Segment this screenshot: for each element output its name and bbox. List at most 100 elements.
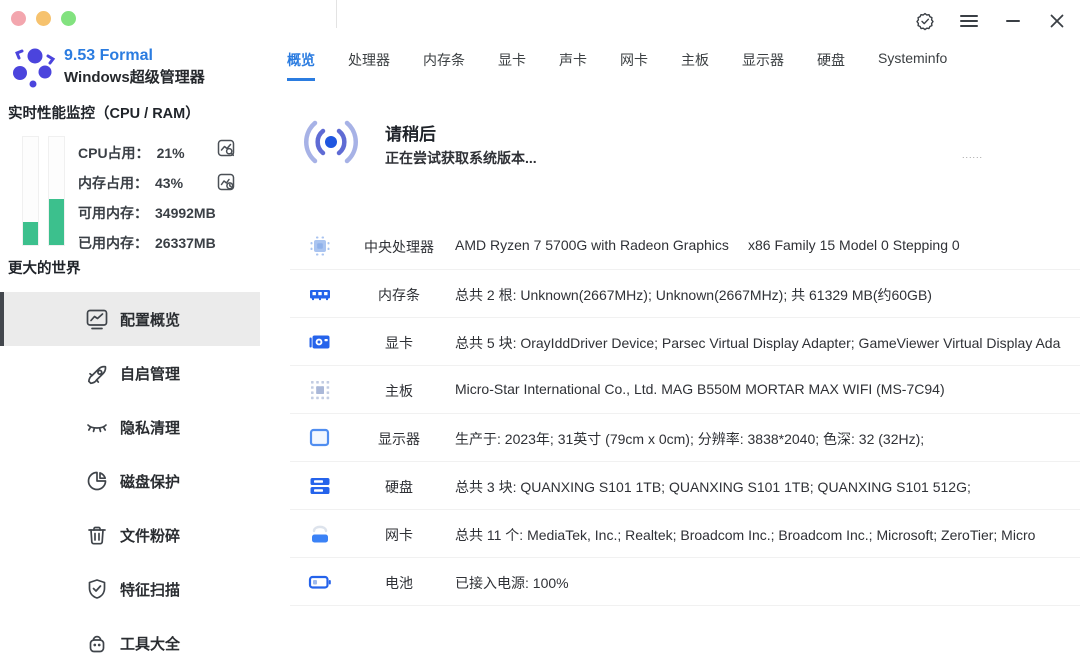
tab-systeminfo[interactable]: Systeminfo xyxy=(878,50,947,74)
table-row-gpu: 显卡 总共 5 块: OrayIddDriver Device; Parsec … xyxy=(290,318,1080,366)
network-card-icon xyxy=(308,522,332,546)
battery-icon xyxy=(308,570,332,594)
sidebar-item-disk-protect[interactable]: 磁盘保护 xyxy=(0,454,260,508)
window-controls xyxy=(914,10,1068,32)
sidebar-item-label: 隐私清理 xyxy=(120,420,181,437)
sidebar-item-file-shredder[interactable]: 文件粉碎 xyxy=(0,508,260,562)
tab-motherboard[interactable]: 主板 xyxy=(681,50,709,78)
ram-usage-bar-fill xyxy=(49,198,64,245)
sidebar-item-label: 特征扫描 xyxy=(120,582,181,599)
traffic-light-red[interactable] xyxy=(11,11,26,26)
row-value: 总共 5 块: OrayIddDriver Device; Parsec Vir… xyxy=(455,335,1061,351)
tab-soundcard[interactable]: 声卡 xyxy=(559,50,587,78)
app-logo xyxy=(10,44,58,92)
sidebar-item-label: 配置概览 xyxy=(120,312,181,329)
sidebar-item-config-overview[interactable]: 配置概览 xyxy=(0,292,260,346)
tab-gpu[interactable]: 显卡 xyxy=(498,50,526,78)
row-label: 网卡 xyxy=(385,527,413,543)
sidebar-item-label: 工具大全 xyxy=(120,636,181,653)
sidebar-item-privacy-clean[interactable]: 隐私清理 xyxy=(0,400,260,454)
hard-disk-icon xyxy=(308,474,332,498)
free-ram-label: 可用内存： xyxy=(78,205,148,221)
row-label: 硬盘 xyxy=(385,479,413,495)
loading-subtitle: 正在尝试获取系统版本... xyxy=(385,150,537,166)
row-value: 总共 3 块: QUANXING S101 1TB; QUANXING S101… xyxy=(455,479,971,495)
tab-display[interactable]: 显示器 xyxy=(742,50,784,78)
ram-chart-history-icon[interactable] xyxy=(216,172,236,192)
seal-check-icon[interactable] xyxy=(914,10,936,32)
close-icon[interactable] xyxy=(1046,10,1068,32)
used-ram-label: 已用内存： xyxy=(78,235,148,251)
row-label: 显卡 xyxy=(385,335,413,351)
table-row-disk: 硬盘 总共 3 块: QUANXING S101 1TB; QUANXING S… xyxy=(290,462,1080,510)
cpu-usage-bar-fill xyxy=(23,222,38,245)
ram-usage-stat: 内存占用： 43% xyxy=(78,168,216,198)
table-row-display: 显示器 生产于: 2023年; 31英寸 (79cm x 0cm); 分辨率: … xyxy=(290,414,1080,462)
free-ram-value: 34992MB xyxy=(155,205,216,221)
tab-processor[interactable]: 处理器 xyxy=(348,50,390,78)
chart-monitor-icon xyxy=(84,306,110,332)
row-extra-value: x86 Family 15 Model 0 Stepping 0 xyxy=(748,237,960,253)
sidebar: 9.53 Formal Windows超级管理器 实时性能监控（CPU / RA… xyxy=(0,0,260,664)
sidebar-item-toolbox[interactable]: 工具大全 xyxy=(0,616,260,664)
sidebar-item-signature-scan[interactable]: 特征扫描 xyxy=(0,562,260,616)
table-row-cpu: 中央处理器 AMD Ryzen 7 5700G with Radeon Grap… xyxy=(290,222,1080,270)
sidebar-item-label: 文件粉碎 xyxy=(120,528,181,545)
cpu-chart-zoom-icon[interactable] xyxy=(216,138,236,158)
closed-eye-icon xyxy=(84,414,110,440)
top-divider xyxy=(336,0,337,28)
row-label: 主板 xyxy=(385,383,413,399)
traffic-light-green[interactable] xyxy=(61,11,76,26)
row-label: 内存条 xyxy=(378,287,420,303)
hamburger-menu-icon[interactable] xyxy=(958,10,980,32)
ram-usage-value: 43% xyxy=(155,175,184,191)
row-value: Micro-Star International Co., Ltd. MAG B… xyxy=(455,381,945,397)
app-name: Windows超级管理器 xyxy=(64,69,205,86)
ram-usage-bar xyxy=(48,136,65,246)
row-label: 显示器 xyxy=(378,431,420,447)
cpu-usage-label: CPU占用： xyxy=(78,145,150,161)
row-value: AMD Ryzen 7 5700G with Radeon Graphics xyxy=(455,237,729,253)
free-ram-stat: 可用内存： 34992MB xyxy=(78,198,216,228)
cpu-chip-icon xyxy=(308,234,332,258)
row-value: 总共 2 根: Unknown(2667MHz); Unknown(2667MH… xyxy=(455,287,932,303)
loading-dots: ...... xyxy=(962,150,984,160)
trash-icon xyxy=(84,522,110,548)
monitor-screen-icon xyxy=(308,426,332,450)
table-row-ram: 内存条 总共 2 根: Unknown(2667MHz); Unknown(26… xyxy=(290,270,1080,318)
used-ram-value: 26337MB xyxy=(155,235,216,251)
sidebar-item-label: 磁盘保护 xyxy=(120,474,181,491)
row-value: 总共 11 个: MediaTek, Inc.; Realtek; Broadc… xyxy=(455,527,1036,543)
shield-check-icon xyxy=(84,576,110,602)
table-row-network: 网卡 总共 11 个: MediaTek, Inc.; Realtek; Bro… xyxy=(290,510,1080,558)
tab-overview[interactable]: 概览 xyxy=(287,50,315,81)
table-row-battery: 电池 已接入电源: 100% xyxy=(290,558,1080,606)
tab-network[interactable]: 网卡 xyxy=(620,50,648,78)
category-tabs: 概览 处理器 内存条 显卡 声卡 网卡 主板 显示器 硬盘 Systeminfo xyxy=(287,50,947,81)
pie-chart-icon xyxy=(84,468,110,494)
minimize-icon[interactable] xyxy=(1002,10,1024,32)
app-version: 9.53 Formal xyxy=(64,47,153,64)
tab-disk[interactable]: 硬盘 xyxy=(817,50,845,78)
table-row-motherboard: 主板 Micro-Star International Co., Ltd. MA… xyxy=(290,366,1080,414)
cpu-usage-value: 21% xyxy=(156,145,185,161)
hardware-info-table: 中央处理器 AMD Ryzen 7 5700G with Radeon Grap… xyxy=(290,222,1080,606)
bag-icon xyxy=(84,630,110,656)
motherboard-grid-icon xyxy=(308,378,332,402)
ram-stick-icon xyxy=(308,282,332,306)
signal-loading-icon xyxy=(296,104,366,174)
tab-memory[interactable]: 内存条 xyxy=(423,50,465,78)
stat-action-icons xyxy=(216,138,236,192)
sidebar-section-title: 更大的世界 xyxy=(8,261,81,277)
performance-stats: CPU占用： 21% 内存占用： 43% 可用内存： 34992MB 已用内存： 263… xyxy=(78,138,216,258)
performance-monitor-title: 实时性能监控（CPU / RAM） xyxy=(8,106,200,122)
row-value: 生产于: 2023年; 31英寸 (79cm x 0cm); 分辨率: 3838… xyxy=(455,431,925,447)
used-ram-stat: 已用内存： 26337MB xyxy=(78,228,216,258)
rocket-icon xyxy=(84,360,110,386)
traffic-light-yellow[interactable] xyxy=(36,11,51,26)
cpu-usage-stat: CPU占用： 21% xyxy=(78,138,216,168)
ram-usage-label: 内存占用： xyxy=(78,175,148,191)
row-value: 已接入电源: 100% xyxy=(455,575,569,591)
cpu-usage-bar xyxy=(22,136,39,246)
sidebar-item-startup-manager[interactable]: 自启管理 xyxy=(0,346,260,400)
